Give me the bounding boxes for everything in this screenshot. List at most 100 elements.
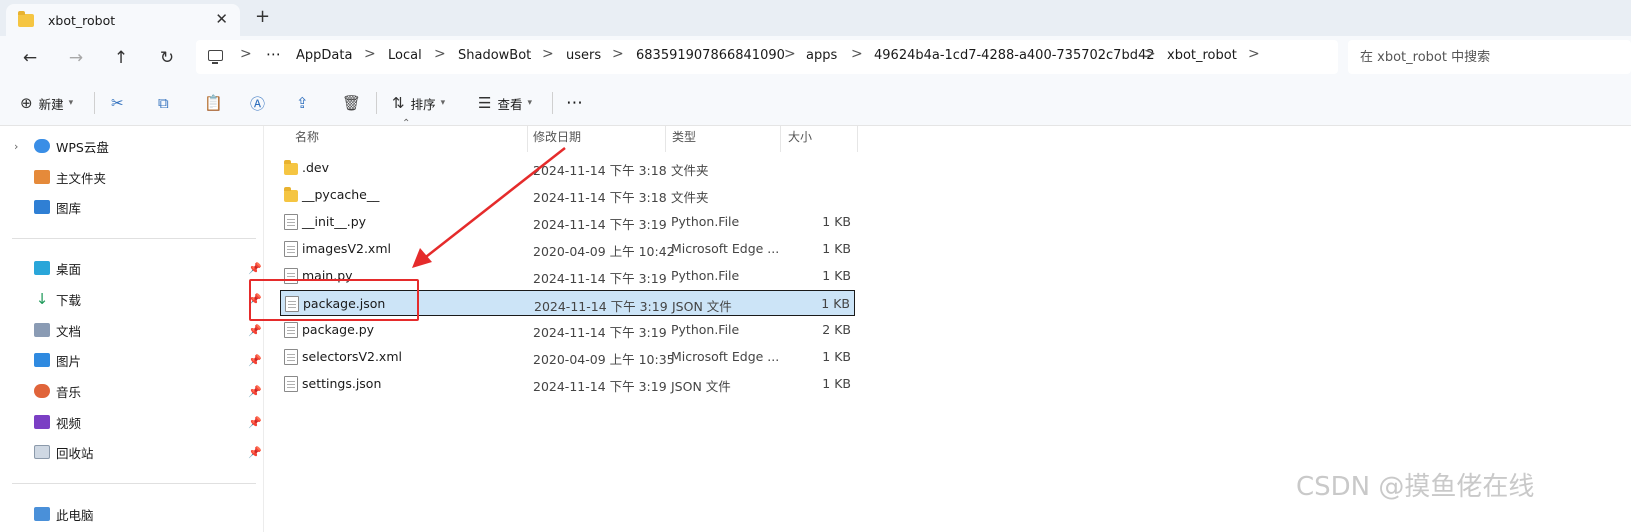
cut-button[interactable]: ✂ <box>111 92 130 114</box>
more-options-button[interactable]: ⋯ <box>566 92 583 114</box>
copy-button[interactable]: ⧉ <box>158 92 175 114</box>
chevron-right-icon[interactable]: › <box>14 140 18 153</box>
view-label: 查看 <box>497 96 523 112</box>
sidebar-item-downloads[interactable]: ↓ 下载 <box>34 288 81 310</box>
breadcrumb-separator[interactable]: > <box>1248 46 1260 62</box>
sidebar-item-videos[interactable]: 视频 <box>34 411 81 433</box>
column-divider[interactable] <box>527 126 528 152</box>
cloud-icon <box>34 139 50 153</box>
file-size: 1 KB <box>822 268 851 283</box>
file-row[interactable]: __init__.py 2024-11-14 下午 3:19 Python.Fi… <box>280 209 855 235</box>
tab-title: xbot_robot <box>48 12 116 28</box>
file-type: JSON 文件 <box>671 379 731 394</box>
view-button[interactable]: ☰ 查看 ▾ <box>478 92 532 114</box>
pin-icon[interactable]: 📌 <box>248 324 262 337</box>
pin-icon[interactable]: 📌 <box>248 446 262 459</box>
sidebar-item-label: 回收站 <box>56 445 94 461</box>
breadcrumb-apps[interactable]: apps <box>806 48 837 63</box>
pin-icon[interactable]: 📌 <box>248 354 262 367</box>
file-type: Microsoft Edge ... <box>671 241 780 256</box>
column-divider[interactable] <box>665 126 666 152</box>
breadcrumb-local[interactable]: Local <box>388 48 422 63</box>
breadcrumb-separator[interactable]: > <box>240 46 252 62</box>
file-row[interactable]: settings.json 2024-11-14 下午 3:19 JSON 文件… <box>280 371 855 397</box>
breadcrumb-appdata[interactable]: AppData <box>296 48 352 63</box>
folder-icon <box>284 160 298 175</box>
search-input[interactable] <box>1348 40 1608 74</box>
music-icon <box>34 384 50 398</box>
breadcrumb-separator[interactable]: > <box>364 46 376 62</box>
new-tab-button[interactable]: + <box>255 6 270 27</box>
breadcrumb-shadowbot[interactable]: ShadowBot <box>458 48 531 63</box>
close-tab-icon[interactable]: ✕ <box>215 10 228 28</box>
column-divider[interactable] <box>780 126 781 152</box>
rename-icon: Ⓐ <box>250 94 266 113</box>
new-button[interactable]: ⊕ 新建 ▾ <box>20 92 73 114</box>
breadcrumb-separator[interactable]: > <box>434 46 446 62</box>
breadcrumb-separator[interactable]: > <box>784 46 796 62</box>
breadcrumb-xbot-robot[interactable]: xbot_robot <box>1167 48 1237 63</box>
sidebar-divider <box>12 483 256 484</box>
pin-icon[interactable]: 📌 <box>248 385 262 398</box>
column-header-name[interactable]: 名称 <box>295 128 319 150</box>
pin-icon[interactable]: 📌 <box>248 416 262 429</box>
recycle-bin-icon <box>34 445 50 459</box>
rename-button[interactable]: Ⓐ <box>250 92 271 114</box>
file-row[interactable]: __pycache__ 2024-11-14 下午 3:18 文件夹 <box>280 182 855 208</box>
paste-button[interactable]: 📋 <box>204 92 229 114</box>
breadcrumb-separator[interactable]: > <box>542 46 554 62</box>
sort-button[interactable]: ⇅ 排序 ▾ <box>392 92 445 114</box>
file-type: JSON 文件 <box>672 299 732 314</box>
up-button[interactable]: ↑ <box>107 44 135 72</box>
column-header-type[interactable]: 类型 <box>672 128 696 150</box>
breadcrumb-users[interactable]: users <box>566 48 601 63</box>
sidebar-item-music[interactable]: 音乐 <box>34 380 81 402</box>
breadcrumb-app-id[interactable]: 49624b4a-1cd7-4288-a400-735702c7bd42 <box>874 48 1155 63</box>
file-row[interactable]: imagesV2.xml 2020-04-09 上午 10:42 Microso… <box>280 236 855 262</box>
sidebar-divider <box>12 238 256 239</box>
breadcrumb-more-button[interactable]: ⋯ <box>266 45 281 63</box>
breadcrumb-user-id[interactable]: 683591907866841090 <box>636 48 785 63</box>
home-icon <box>34 170 50 184</box>
pin-icon[interactable]: 📌 <box>248 262 262 275</box>
sidebar-item-wps-cloud[interactable]: WPS云盘 <box>34 135 109 157</box>
refresh-button[interactable]: ↻ <box>153 44 181 72</box>
address-bar[interactable]: > ⋯ AppData > Local > ShadowBot > users … <box>196 40 1338 74</box>
sidebar-item-pictures[interactable]: 图片 <box>34 349 81 371</box>
sidebar-item-home[interactable]: 主文件夹 <box>34 166 106 188</box>
breadcrumb-separator[interactable]: > <box>851 46 863 62</box>
delete-button[interactable]: 🗑 <box>342 92 367 114</box>
file-size: 1 KB <box>821 296 850 311</box>
forward-button[interactable]: → <box>62 44 90 72</box>
file-date: 2024-11-14 下午 3:19 <box>533 325 667 340</box>
breadcrumb-separator[interactable]: > <box>612 46 624 62</box>
column-divider[interactable] <box>857 126 858 152</box>
sort-icon: ⇅ <box>392 94 405 112</box>
chevron-down-icon: ▾ <box>440 98 446 108</box>
file-type: Python.File <box>671 214 740 229</box>
folder-icon <box>18 10 34 27</box>
tab-xbot-robot[interactable]: xbot_robot ✕ <box>6 4 240 36</box>
breadcrumb-separator[interactable]: > <box>1144 46 1156 62</box>
file-date: 2020-04-09 上午 10:42 <box>533 244 675 259</box>
file-row[interactable]: selectorsV2.xml 2020-04-09 上午 10:35 Micr… <box>280 344 855 370</box>
sidebar-item-gallery[interactable]: 图库 <box>34 196 81 218</box>
file-type: Python.File <box>671 268 740 283</box>
sidebar-item-this-pc[interactable]: 此电脑 <box>34 503 94 525</box>
toolbar-divider <box>376 92 377 114</box>
column-header-size[interactable]: 大小 <box>788 128 812 150</box>
sidebar-item-desktop[interactable]: 桌面 <box>34 257 81 279</box>
column-header-date[interactable]: 修改日期 <box>533 128 581 150</box>
sidebar-item-recycle-bin[interactable]: 回收站 <box>34 441 94 463</box>
file-row[interactable]: .dev 2024-11-14 下午 3:18 文件夹 <box>280 155 855 181</box>
new-label: 新建 <box>38 96 64 112</box>
file-type: Python.File <box>671 322 740 337</box>
search-box[interactable] <box>1348 40 1631 74</box>
sidebar-item-documents[interactable]: 文档 <box>34 319 81 341</box>
file-name: .dev <box>302 160 329 175</box>
back-button[interactable]: ← <box>16 44 44 72</box>
file-date: 2024-11-14 下午 3:19 <box>533 217 667 232</box>
share-button[interactable]: ⇪ <box>296 92 315 114</box>
sidebar-item-label: 此电脑 <box>56 507 94 523</box>
this-pc-icon[interactable] <box>208 50 223 64</box>
